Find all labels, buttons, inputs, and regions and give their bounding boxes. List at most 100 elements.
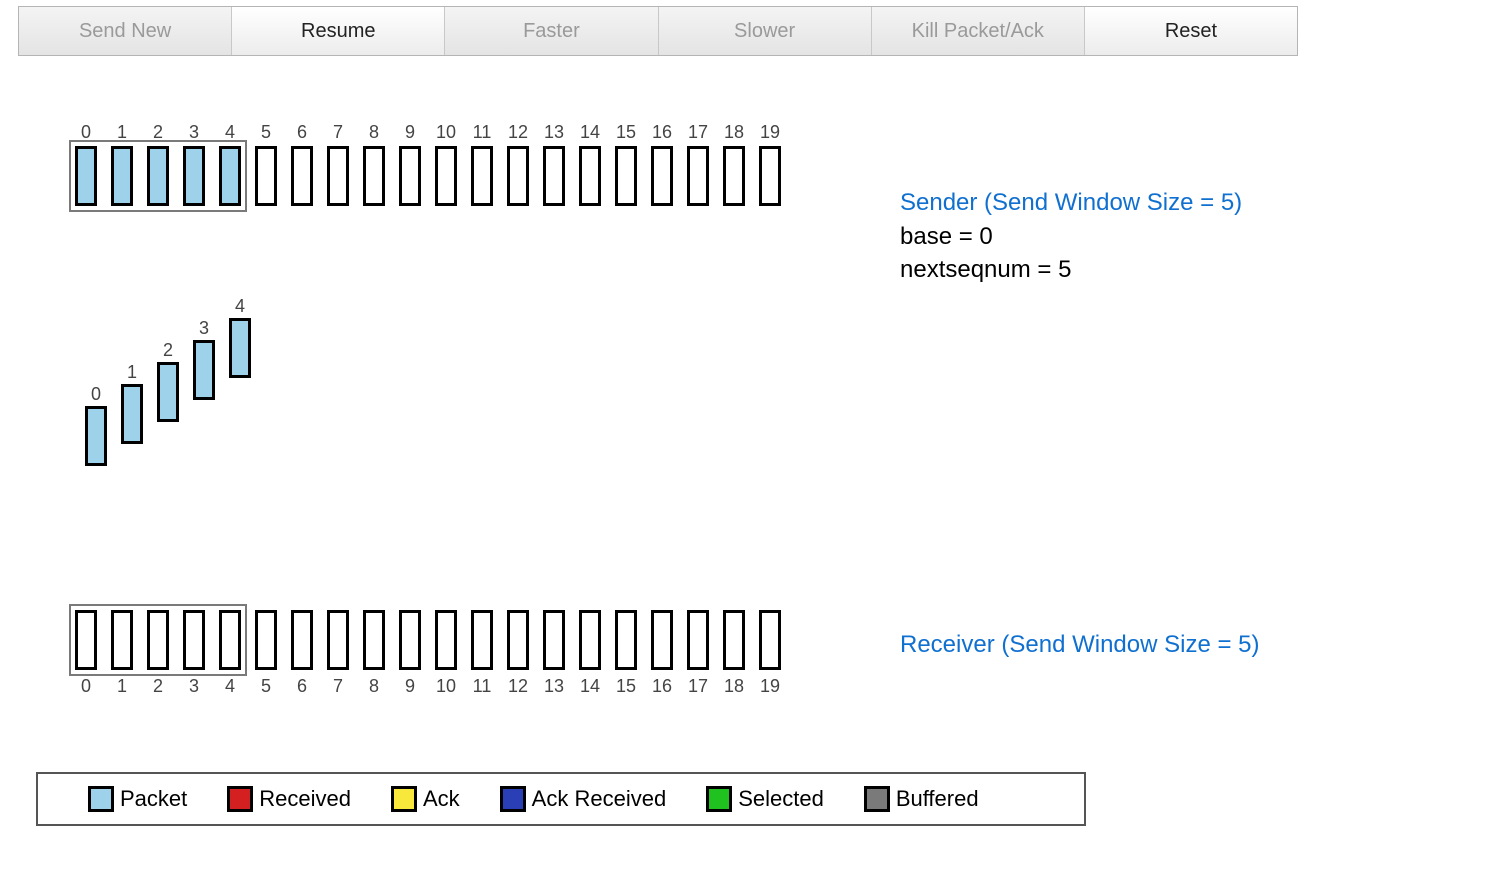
slot-number: 17: [684, 676, 712, 697]
in-flight-packet-4[interactable]: [229, 318, 251, 378]
slot-number: 9: [396, 122, 424, 143]
slot-number: 3: [180, 122, 208, 143]
reset-button[interactable]: Reset: [1085, 7, 1297, 55]
legend-swatch: [500, 786, 526, 812]
slot-number: 14: [576, 676, 604, 697]
slot-10[interactable]: [435, 146, 457, 206]
slot-5[interactable]: [255, 610, 277, 670]
slot-19[interactable]: [759, 610, 781, 670]
slot-12[interactable]: [507, 146, 529, 206]
slot-number: 0: [72, 122, 100, 143]
slot-18[interactable]: [723, 146, 745, 206]
slot-1[interactable]: [111, 146, 133, 206]
in-flight-packet-2[interactable]: [157, 362, 179, 422]
slot-number: 5: [252, 122, 280, 143]
slot-6[interactable]: [291, 610, 313, 670]
legend-label: Ack: [423, 786, 460, 812]
slot-6[interactable]: [291, 146, 313, 206]
kill-button[interactable]: Kill Packet/Ack: [872, 7, 1085, 55]
slot-19[interactable]: [759, 146, 781, 206]
legend-swatch: [391, 786, 417, 812]
sender-info: Sender (Send Window Size = 5) base = 0 n…: [900, 186, 1242, 287]
slot-number: 15: [612, 122, 640, 143]
legend-item: Ack Received: [500, 786, 667, 812]
slot-16[interactable]: [651, 610, 673, 670]
slot-number: 0: [72, 676, 100, 697]
slot-12[interactable]: [507, 610, 529, 670]
receiver-info: Receiver (Send Window Size = 5): [900, 628, 1259, 662]
legend-item: Ack: [391, 786, 460, 812]
slot-0[interactable]: [75, 610, 97, 670]
legend-swatch: [706, 786, 732, 812]
slot-15[interactable]: [615, 610, 637, 670]
slot-17[interactable]: [687, 146, 709, 206]
toolbar: Send New Resume Faster Slower Kill Packe…: [18, 6, 1298, 56]
slot-number: 14: [576, 122, 604, 143]
in-flight-number: 1: [118, 362, 146, 383]
slot-number: 12: [504, 676, 532, 697]
slot-number: 4: [216, 676, 244, 697]
legend-label: Ack Received: [532, 786, 667, 812]
slot-number: 18: [720, 122, 748, 143]
slot-number: 7: [324, 122, 352, 143]
legend: PacketReceivedAckAck ReceivedSelectedBuf…: [36, 772, 1086, 826]
legend-label: Received: [259, 786, 351, 812]
slot-4[interactable]: [219, 610, 241, 670]
in-flight-packet-3[interactable]: [193, 340, 215, 400]
slot-13[interactable]: [543, 610, 565, 670]
slot-7[interactable]: [327, 146, 349, 206]
slot-9[interactable]: [399, 146, 421, 206]
slot-16[interactable]: [651, 146, 673, 206]
slot-number: 12: [504, 122, 532, 143]
slot-11[interactable]: [471, 610, 493, 670]
slot-number: 6: [288, 122, 316, 143]
slot-18[interactable]: [723, 610, 745, 670]
slot-number: 10: [432, 676, 460, 697]
in-flight-packet-1[interactable]: [121, 384, 143, 444]
legend-label: Selected: [738, 786, 824, 812]
slot-3[interactable]: [183, 610, 205, 670]
sender-base: base = 0: [900, 220, 1242, 254]
resume-button[interactable]: Resume: [232, 7, 445, 55]
slot-number: 9: [396, 676, 424, 697]
legend-item: Packet: [88, 786, 187, 812]
in-flight-number: 4: [226, 296, 254, 317]
slot-11[interactable]: [471, 146, 493, 206]
sender-nextseq: nextseqnum = 5: [900, 253, 1242, 287]
in-flight-packet-0[interactable]: [85, 406, 107, 466]
slot-number: 4: [216, 122, 244, 143]
slot-number: 13: [540, 676, 568, 697]
slot-number: 8: [360, 676, 388, 697]
slot-14[interactable]: [579, 146, 601, 206]
slot-7[interactable]: [327, 610, 349, 670]
legend-swatch: [88, 786, 114, 812]
slot-0[interactable]: [75, 146, 97, 206]
slot-9[interactable]: [399, 610, 421, 670]
slot-8[interactable]: [363, 146, 385, 206]
slot-2[interactable]: [147, 610, 169, 670]
slot-1[interactable]: [111, 610, 133, 670]
slower-button[interactable]: Slower: [659, 7, 872, 55]
slot-14[interactable]: [579, 610, 601, 670]
slot-number: 1: [108, 122, 136, 143]
slot-4[interactable]: [219, 146, 241, 206]
slot-number: 2: [144, 676, 172, 697]
slot-2[interactable]: [147, 146, 169, 206]
send-new-button[interactable]: Send New: [19, 7, 232, 55]
slot-17[interactable]: [687, 610, 709, 670]
slot-5[interactable]: [255, 146, 277, 206]
slot-15[interactable]: [615, 146, 637, 206]
slot-number: 7: [324, 676, 352, 697]
slot-number: 16: [648, 122, 676, 143]
receiver-title: Receiver (Send Window Size = 5): [900, 628, 1259, 662]
faster-button[interactable]: Faster: [445, 7, 658, 55]
slot-number: 1: [108, 676, 136, 697]
slot-number: 16: [648, 676, 676, 697]
slot-8[interactable]: [363, 610, 385, 670]
slot-3[interactable]: [183, 146, 205, 206]
slot-number: 18: [720, 676, 748, 697]
slot-number: 11: [468, 122, 496, 143]
slot-13[interactable]: [543, 146, 565, 206]
slot-number: 2: [144, 122, 172, 143]
slot-10[interactable]: [435, 610, 457, 670]
